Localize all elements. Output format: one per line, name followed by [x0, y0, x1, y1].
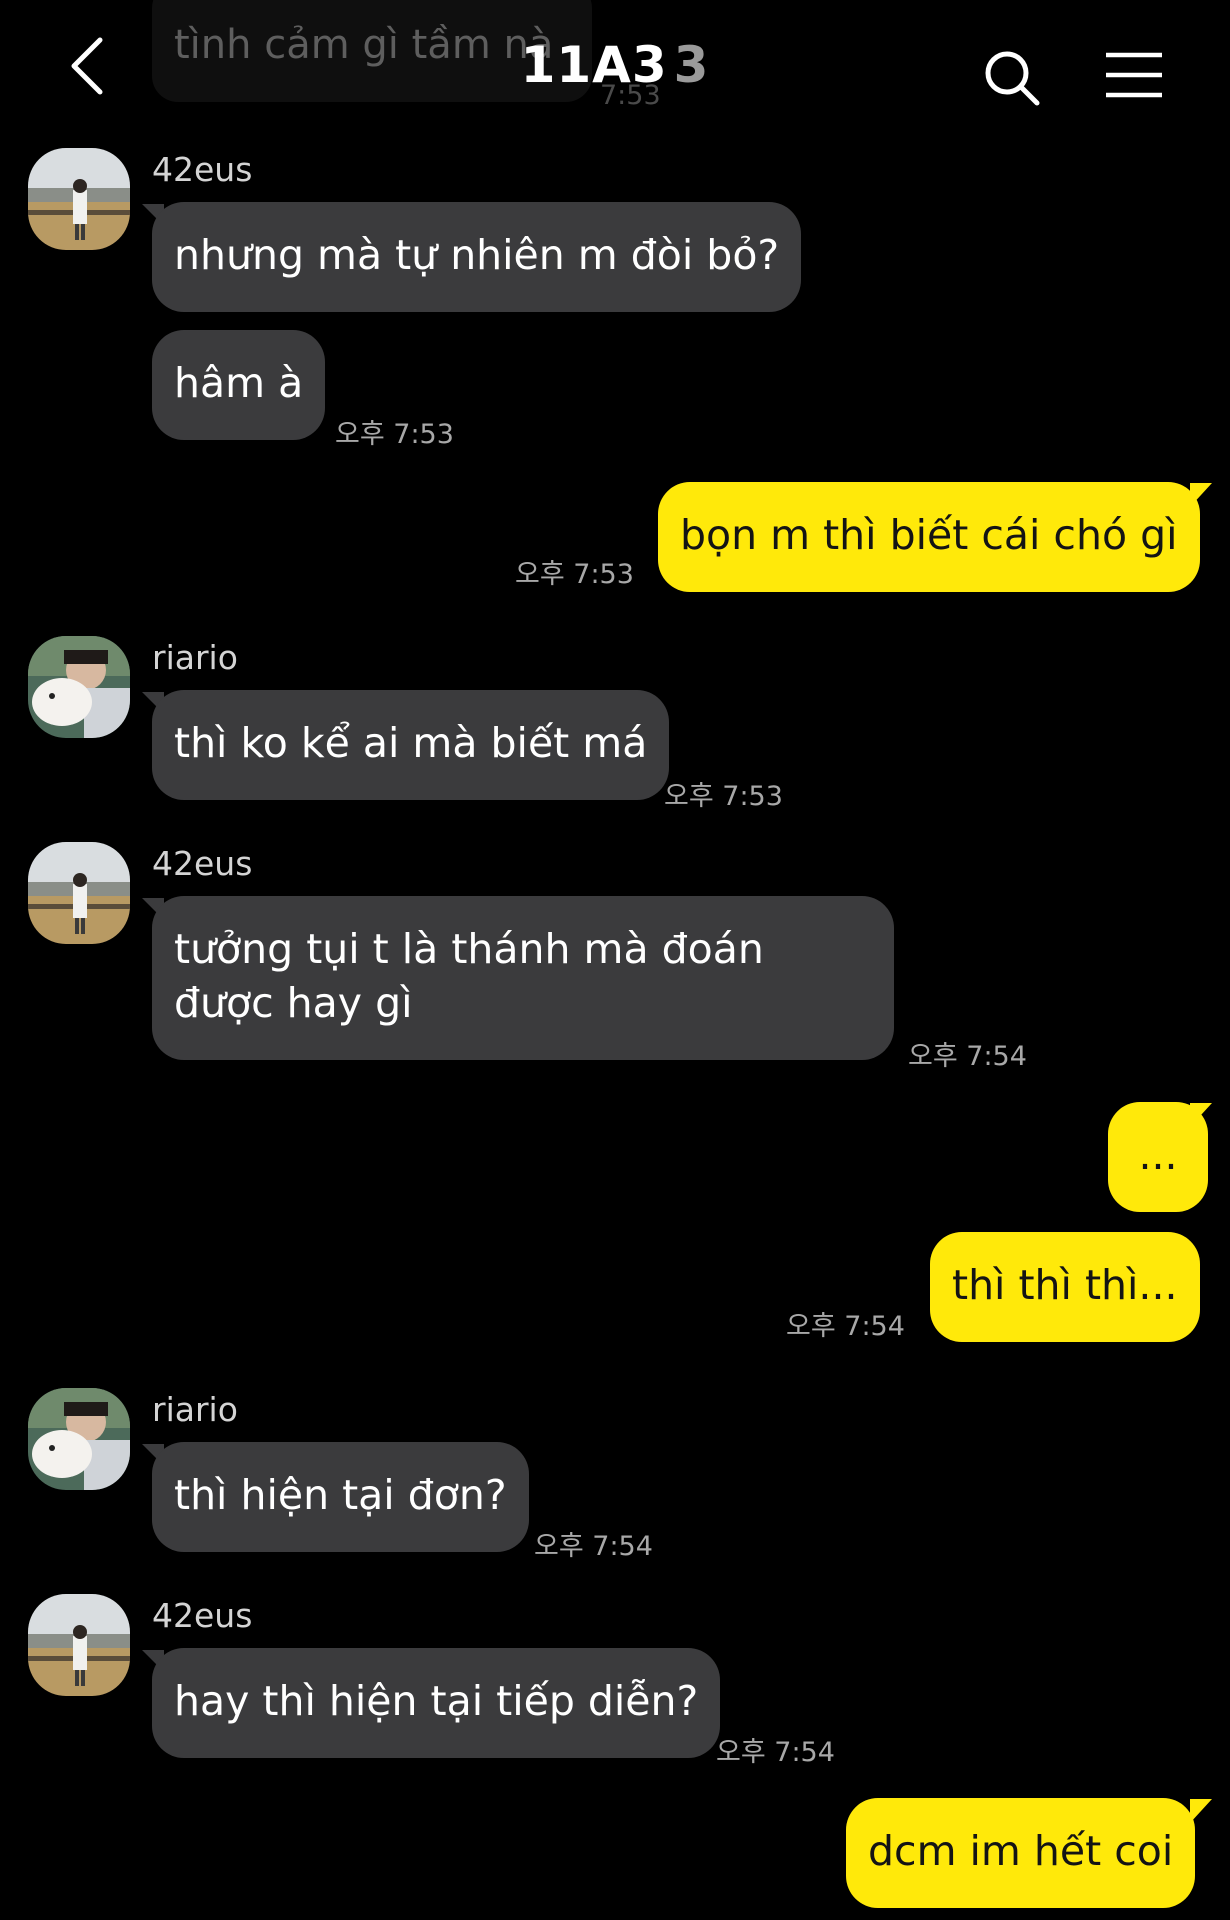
message-bubble[interactable]: tưởng tụi t là thánh mà đoán được hay gì — [152, 896, 894, 1060]
message-bubble[interactable]: dcm im hết coi — [846, 1798, 1196, 1908]
search-icon — [985, 51, 1040, 106]
search-button[interactable] — [982, 48, 1042, 108]
avatar-42eus[interactable] — [28, 148, 130, 250]
menu-button[interactable] — [1104, 50, 1164, 100]
message-time: 오후 7:54 — [716, 1737, 835, 1768]
message-time: 오후 7:54 — [534, 1531, 653, 1562]
message-bubble[interactable]: thì thì thì... — [930, 1232, 1200, 1342]
avatar-42eus[interactable] — [28, 842, 130, 944]
message-time: 오후 7:53 — [664, 781, 783, 812]
sender-name: riario — [152, 1390, 238, 1429]
avatar-42eus[interactable] — [28, 1594, 130, 1696]
sender-name: riario — [152, 638, 238, 677]
landscape-photo-icon — [28, 842, 130, 944]
avatar-riario[interactable] — [28, 636, 130, 738]
landscape-photo-icon — [28, 148, 130, 250]
message-bubble[interactable]: hay thì hiện tại tiếp diễn? — [152, 1648, 721, 1758]
member-count: 3 — [673, 36, 710, 94]
chat-title: 11A3 3 — [0, 36, 1230, 94]
message-bubble[interactable]: thì hiện tại đơn? — [152, 1442, 529, 1552]
message-bubble[interactable]: thì ko kể ai mà biết má — [152, 690, 670, 800]
profile-photo-icon — [28, 1388, 130, 1490]
message-bubble[interactable]: nhưng mà tự nhiên m đòi bỏ? — [152, 202, 802, 312]
hamburger-menu-icon — [1106, 52, 1162, 98]
profile-photo-icon — [28, 636, 130, 738]
sender-name: 42eus — [152, 1596, 253, 1635]
message-time: 오후 7:53 — [335, 419, 454, 450]
sender-name: 42eus — [152, 150, 253, 189]
avatar-riario[interactable] — [28, 1388, 130, 1490]
message-bubble[interactable]: bọn m thì biết cái chó gì — [658, 482, 1200, 592]
message-time: 오후 7:54 — [908, 1041, 1027, 1072]
landscape-photo-icon — [28, 1594, 130, 1696]
chat-name: 11A3 — [520, 36, 668, 94]
message-bubble[interactable]: hâm à — [152, 330, 326, 440]
sender-name: 42eus — [152, 844, 253, 883]
message-time: 오후 7:53 — [515, 559, 634, 590]
message-time: 오후 7:54 — [786, 1311, 905, 1342]
